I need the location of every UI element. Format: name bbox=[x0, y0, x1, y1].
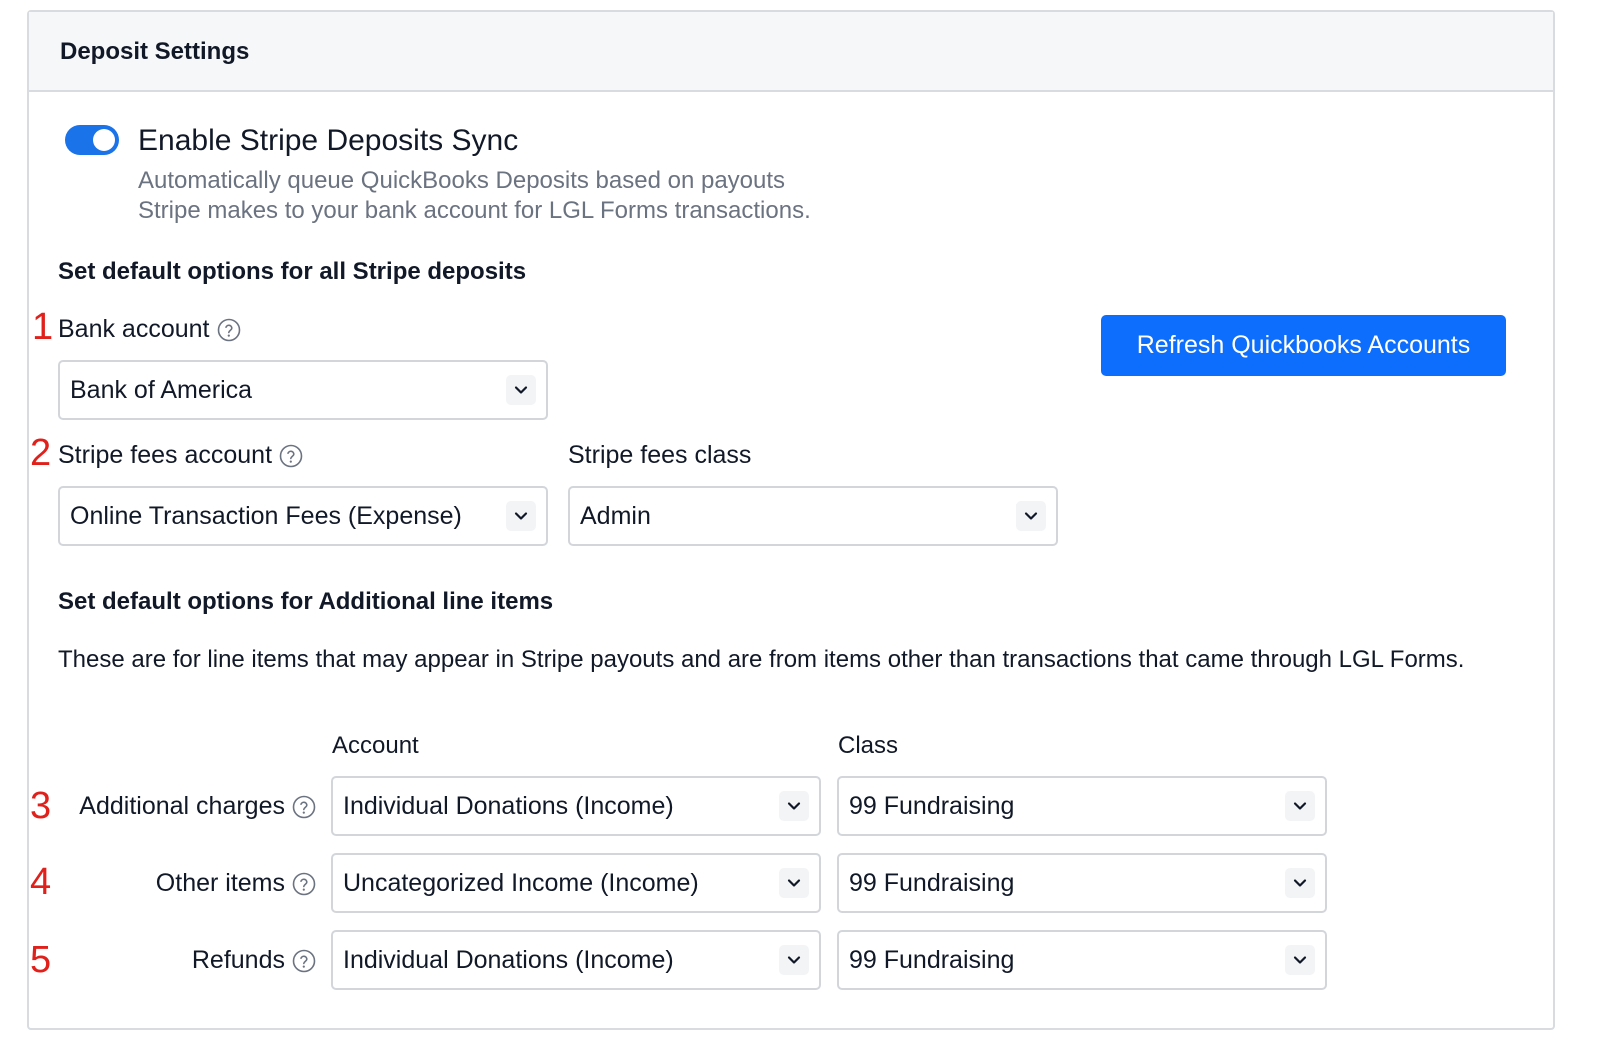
chevron-down-icon bbox=[1285, 791, 1315, 821]
column-header-account: Account bbox=[332, 732, 419, 759]
toggle-description: Automatically queue QuickBooks Deposits … bbox=[138, 166, 938, 226]
help-icon[interactable] bbox=[217, 318, 241, 342]
marker-3: 3 bbox=[30, 785, 52, 827]
toggle-description-line2: Stripe makes to your bank account for LG… bbox=[138, 197, 811, 224]
help-icon[interactable] bbox=[292, 795, 316, 819]
chevron-down-icon bbox=[506, 501, 536, 531]
select-value: 99 Fundraising bbox=[849, 945, 1015, 974]
column-header-class: Class bbox=[838, 732, 899, 759]
help-icon[interactable] bbox=[279, 444, 303, 468]
toggle-knob bbox=[93, 129, 115, 151]
additional-items-title: Set default options for Additional line … bbox=[58, 588, 554, 615]
select-value: Uncategorized Income (Income) bbox=[343, 868, 699, 897]
stripe-defaults-title: Set default options for all Stripe depos… bbox=[58, 258, 527, 285]
refunds-account-select[interactable]: Individual Donations (Income) bbox=[331, 930, 821, 990]
row-label-other-items: Other items bbox=[56, 869, 316, 898]
refunds-class-select[interactable]: 99 Fundraising bbox=[837, 930, 1327, 990]
stripe-fees-account-label: Stripe fees account bbox=[58, 441, 303, 470]
other-items-class-select[interactable]: 99 Fundraising bbox=[837, 853, 1327, 913]
other-items-account-select[interactable]: Uncategorized Income (Income) bbox=[331, 853, 821, 913]
chevron-down-icon bbox=[779, 945, 809, 975]
stripe-fees-class-label: Stripe fees class bbox=[568, 441, 752, 469]
marker-5: 5 bbox=[30, 939, 52, 981]
stripe-sync-toggle[interactable] bbox=[65, 125, 119, 155]
row-label-text: Refunds bbox=[191, 946, 285, 974]
chevron-down-icon bbox=[779, 868, 809, 898]
row-label-refunds: Refunds bbox=[56, 946, 316, 975]
chevron-down-icon bbox=[506, 375, 536, 405]
select-value: 99 Fundraising bbox=[849, 791, 1015, 820]
chevron-down-icon bbox=[779, 791, 809, 821]
select-value: 99 Fundraising bbox=[849, 868, 1015, 897]
stripe-fees-class-select[interactable]: Admin bbox=[568, 486, 1058, 546]
toggle-description-line1: Automatically queue QuickBooks Deposits … bbox=[138, 167, 786, 194]
row-label-text: Additional charges bbox=[79, 792, 285, 820]
stripe-fees-account-label-text: Stripe fees account bbox=[58, 441, 273, 469]
stripe-fees-account-select[interactable]: Online Transaction Fees (Expense) bbox=[58, 486, 548, 546]
chevron-down-icon bbox=[1016, 501, 1046, 531]
marker-2: 2 bbox=[30, 432, 52, 474]
panel-header: Deposit Settings bbox=[29, 12, 1553, 92]
bank-account-label: Bank account bbox=[58, 315, 241, 344]
bank-account-label-text: Bank account bbox=[58, 315, 210, 343]
additional-charges-account-select[interactable]: Individual Donations (Income) bbox=[331, 776, 821, 836]
row-label-additional-charges: Additional charges bbox=[56, 792, 316, 821]
stripe-fees-account-value: Online Transaction Fees (Expense) bbox=[70, 501, 462, 530]
row-label-text: Other items bbox=[155, 869, 285, 897]
help-icon[interactable] bbox=[292, 949, 316, 973]
panel-title: Deposit Settings bbox=[60, 38, 250, 65]
refresh-quickbooks-button[interactable]: Refresh Quickbooks Accounts bbox=[1101, 315, 1506, 376]
select-value: Individual Donations (Income) bbox=[343, 945, 674, 974]
chevron-down-icon bbox=[1285, 945, 1315, 975]
stripe-fees-class-value: Admin bbox=[580, 501, 651, 530]
help-icon[interactable] bbox=[292, 872, 316, 896]
bank-account-select[interactable]: Bank of America bbox=[58, 360, 548, 420]
bank-account-value: Bank of America bbox=[70, 375, 253, 404]
marker-4: 4 bbox=[30, 861, 52, 903]
marker-1: 1 bbox=[32, 306, 54, 348]
select-value: Individual Donations (Income) bbox=[343, 791, 674, 820]
additional-items-description: These are for line items that may appear… bbox=[58, 646, 1465, 673]
chevron-down-icon bbox=[1285, 868, 1315, 898]
additional-charges-class-select[interactable]: 99 Fundraising bbox=[837, 776, 1327, 836]
toggle-label: Enable Stripe Deposits Sync bbox=[138, 124, 519, 157]
